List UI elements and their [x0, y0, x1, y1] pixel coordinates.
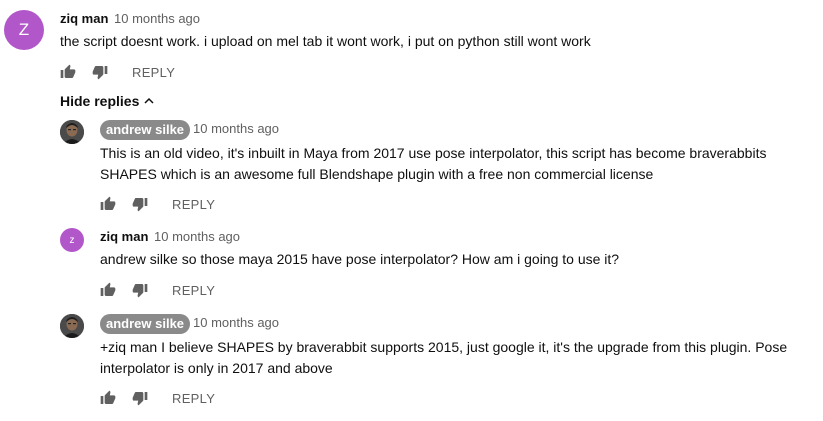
user-photo-icon	[60, 314, 84, 338]
dislike-icon[interactable]	[132, 390, 148, 406]
reply-text: andrew silke so those maya 2015 have pos…	[100, 251, 620, 267]
avatar-letter: Z	[18, 20, 30, 39]
comment-text: the script doesnt work. i upload on mel …	[60, 33, 591, 49]
reply-author[interactable]: ziq man	[100, 229, 148, 244]
reply-text: +ziq man I believe SHAPES by braverabbit…	[100, 339, 788, 376]
user-photo-icon	[60, 120, 84, 144]
reply-button[interactable]: REPLY	[172, 391, 215, 406]
like-icon[interactable]	[60, 64, 76, 80]
chevron-up-icon	[144, 97, 154, 104]
reply-time[interactable]: 10 months ago	[193, 315, 279, 330]
comment-author[interactable]: ziq man	[60, 11, 108, 26]
avatar[interactable]	[60, 120, 84, 144]
reply-text: This is an old video, it's inbuilt in Ma…	[100, 145, 767, 182]
avatar-letter: z	[69, 234, 75, 246]
reply-time[interactable]: 10 months ago	[193, 121, 279, 136]
hide-replies-button[interactable]: Hide replies	[60, 93, 155, 109]
like-icon[interactable]	[100, 390, 116, 406]
hide-replies-label: Hide replies	[60, 93, 140, 109]
reply-author-badge[interactable]: andrew silke	[100, 314, 191, 334]
dislike-icon[interactable]	[132, 196, 148, 212]
like-icon[interactable]	[100, 282, 116, 298]
reply-button[interactable]: REPLY	[172, 283, 215, 298]
avatar[interactable]: Z	[4, 10, 44, 50]
reply-author-badge[interactable]: andrew silke	[100, 120, 191, 140]
dislike-icon[interactable]	[92, 64, 108, 80]
avatar[interactable]	[60, 314, 84, 338]
avatar[interactable]: z	[60, 228, 84, 252]
reply-button[interactable]: REPLY	[132, 65, 175, 80]
reply-time[interactable]: 10 months ago	[154, 229, 240, 244]
dislike-icon[interactable]	[132, 282, 148, 298]
comment-time[interactable]: 10 months ago	[114, 11, 200, 26]
like-icon[interactable]	[100, 196, 116, 212]
reply-button[interactable]: REPLY	[172, 197, 215, 212]
